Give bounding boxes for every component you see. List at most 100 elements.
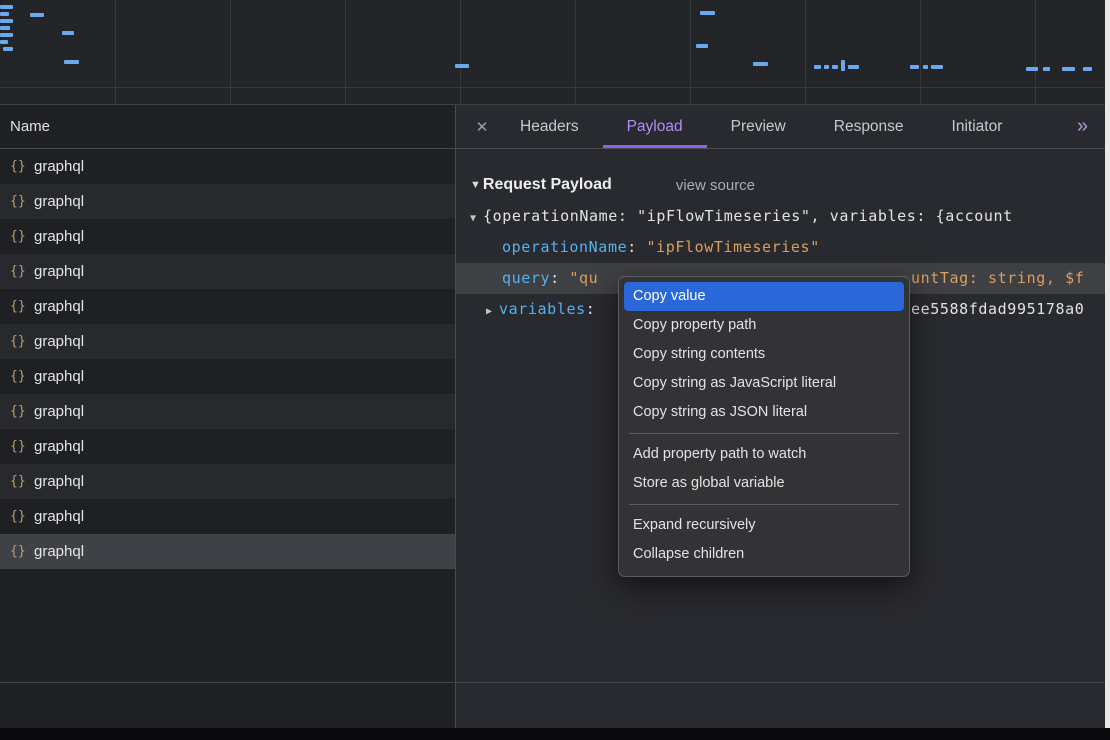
detail-tabs-bar: ✕ HeadersPayloadPreviewResponseInitiator… (456, 105, 1110, 149)
expanded-triangle-icon[interactable]: ▼ (470, 213, 476, 224)
tab-initiator[interactable]: Initiator (928, 105, 1027, 148)
timeline-request-bar (0, 40, 8, 44)
property-value-right-fragment: untTag: string, $f (911, 263, 1084, 294)
timeline-request-bar (64, 60, 79, 64)
timeline-request-bar (1026, 67, 1038, 71)
timeline-request-bar (0, 26, 10, 30)
timeline-gridline (1035, 0, 1036, 104)
timeline-request-bar (0, 12, 9, 16)
request-payload-title: Request Payload (483, 176, 612, 194)
network-request-row[interactable]: {}graphql (0, 499, 455, 534)
timeline-baseline (0, 87, 1110, 88)
network-request-row[interactable]: {}graphql (0, 324, 455, 359)
timeline-request-bar (753, 62, 768, 66)
json-braces-icon: {} (10, 229, 34, 244)
network-request-row[interactable]: {}graphql (0, 149, 455, 184)
menu-item-copy-string-contents[interactable]: Copy string contents (624, 340, 904, 369)
menu-item-expand-recursively[interactable]: Expand recursively (624, 511, 904, 540)
json-braces-icon: {} (10, 334, 34, 349)
json-braces-icon: {} (10, 404, 34, 419)
request-name: graphql (34, 298, 84, 315)
name-column-header[interactable]: Name (0, 105, 455, 149)
request-name: graphql (34, 543, 84, 560)
timeline-request-bar (700, 11, 715, 15)
key-value-separator: : (550, 269, 569, 287)
section-collapse-triangle-icon[interactable]: ▼ (470, 179, 481, 191)
network-request-row[interactable]: {}graphql (0, 184, 455, 219)
json-braces-icon: {} (10, 439, 34, 454)
tab-payload[interactable]: Payload (603, 105, 707, 148)
timeline-request-bar (0, 33, 13, 37)
menu-item-copy-string-as-javascript-literal[interactable]: Copy string as JavaScript literal (624, 369, 904, 398)
network-request-list: Name {}graphql{}graphql{}graphql{}graphq… (0, 105, 456, 728)
menu-item-collapse-children[interactable]: Collapse children (624, 540, 904, 569)
network-request-row[interactable]: {}graphql (0, 534, 455, 569)
network-request-row[interactable]: {}graphql (0, 289, 455, 324)
network-request-row[interactable]: {}graphql (0, 219, 455, 254)
tab-preview[interactable]: Preview (707, 105, 810, 148)
timeline-request-bar (1083, 67, 1092, 71)
menu-item-store-as-global-variable[interactable]: Store as global variable (624, 469, 904, 498)
timeline-gridline (345, 0, 346, 104)
property-value: "ipFlowTimeseries" (646, 238, 819, 256)
root-object-preview: {operationName: "ipFlowTimeseries", vari… (483, 207, 1013, 225)
tab-headers[interactable]: Headers (496, 105, 603, 148)
devtools-window: Name {}graphql{}graphql{}graphql{}graphq… (0, 0, 1110, 740)
timeline-gridline (920, 0, 921, 104)
timeline-gridline (460, 0, 461, 104)
network-request-row[interactable]: {}graphql (0, 429, 455, 464)
json-braces-icon: {} (10, 544, 34, 559)
timeline-request-bar (455, 64, 469, 68)
request-name: graphql (34, 333, 84, 350)
timeline-request-bar (0, 19, 13, 23)
network-overview-strip[interactable] (0, 0, 1110, 105)
timeline-request-bar (848, 65, 859, 69)
timeline-request-bar (931, 65, 943, 69)
timeline-request-bar (923, 65, 928, 69)
menu-item-copy-string-as-json-literal[interactable]: Copy string as JSON literal (624, 398, 904, 427)
variables-preview-right-fragment: ee5588fdad995178a0 (911, 294, 1084, 325)
timeline-request-bar (30, 13, 44, 17)
network-request-row[interactable]: {}graphql (0, 394, 455, 429)
network-panel: Name {}graphql{}graphql{}graphql{}graphq… (0, 105, 1110, 728)
window-bottom-bar (0, 728, 1110, 740)
timeline-request-bar (841, 60, 845, 71)
close-details-icon[interactable]: ✕ (468, 105, 496, 148)
property-key: operationName (502, 238, 627, 256)
key-value-separator: : (586, 300, 596, 318)
payload-prop-operationname[interactable]: operationName: "ipFlowTimeseries" (456, 232, 1110, 263)
network-request-row[interactable]: {}graphql (0, 464, 455, 499)
request-name: graphql (34, 508, 84, 525)
json-braces-icon: {} (10, 369, 34, 384)
key-value-separator: : (627, 238, 646, 256)
timeline-request-bar (1062, 67, 1075, 71)
request-name: graphql (34, 368, 84, 385)
tab-response[interactable]: Response (810, 105, 928, 148)
menu-item-add-property-path-to-watch[interactable]: Add property path to watch (624, 440, 904, 469)
timeline-request-bar (0, 5, 13, 9)
request-name: graphql (34, 263, 84, 280)
request-rows: {}graphql{}graphql{}graphql{}graphql{}gr… (0, 149, 455, 569)
timeline-request-bar (696, 44, 708, 48)
json-braces-icon: {} (10, 299, 34, 314)
timeline-gridline (115, 0, 116, 104)
context-menu: Copy valueCopy property pathCopy string … (618, 276, 910, 577)
request-name: graphql (34, 228, 84, 245)
view-source-link[interactable]: view source (676, 177, 755, 194)
menu-item-copy-value[interactable]: Copy value (624, 282, 904, 311)
timeline-gridline (690, 0, 691, 104)
menu-item-copy-property-path[interactable]: Copy property path (624, 311, 904, 340)
json-braces-icon: {} (10, 159, 34, 174)
collapsed-triangle-icon[interactable]: ▶ (486, 306, 492, 317)
network-request-row[interactable]: {}graphql (0, 254, 455, 289)
timeline-gridline (230, 0, 231, 104)
timeline-request-bar (62, 31, 74, 35)
timeline-request-bar (1043, 67, 1050, 71)
detail-tabs: HeadersPayloadPreviewResponseInitiator (496, 105, 1026, 148)
network-request-row[interactable]: {}graphql (0, 359, 455, 394)
payload-root-node[interactable]: ▼ {operationName: "ipFlowTimeseries", var… (456, 201, 1110, 232)
menu-separator (629, 504, 899, 505)
request-name: graphql (34, 403, 84, 420)
name-column-label: Name (10, 118, 50, 135)
property-value-left-fragment: "qu (569, 269, 598, 287)
